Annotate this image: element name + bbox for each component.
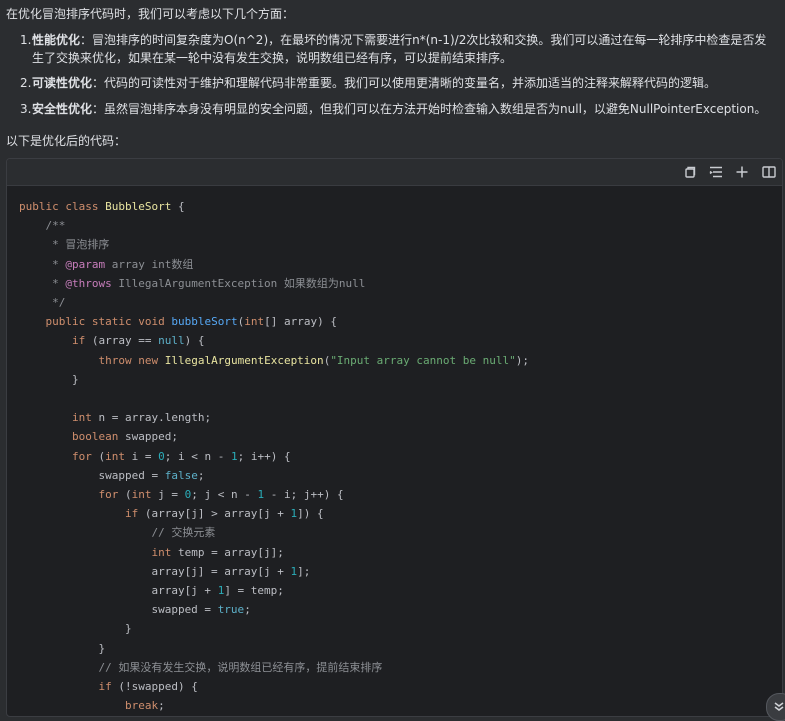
chevron-down-icon <box>774 702 784 711</box>
code-toolbar <box>7 159 782 186</box>
list-item: 1. 性能优化：冒泡排序的时间复杂度为O(n^2)，在最坏的情况下需要进行n*(… <box>20 31 775 67</box>
after-text: 以下是优化后的代码： <box>6 134 127 148</box>
intro-text: 在优化冒泡排序代码时，我们可以考虑以下几个方面： <box>6 7 295 21</box>
code-block: public class BubbleSort { /** * 冒泡排序 * @… <box>6 158 783 717</box>
list-number: 2. <box>20 76 32 90</box>
optimization-list: 1. 性能优化：冒泡排序的时间复杂度为O(n^2)，在最坏的情况下需要进行n*(… <box>20 31 775 118</box>
copy-icon[interactable] <box>681 163 699 181</box>
list-item-body: ：虽然冒泡排序本身没有明显的安全问题，但我们可以在方法开始时检查输入数组是否为n… <box>92 102 767 116</box>
list-item: 2. 可读性优化：代码的可读性对于维护和理解代码非常重要。我们可以使用更清晰的变… <box>20 74 775 92</box>
list-item: 3. 安全性优化：虽然冒泡排序本身没有明显的安全问题，但我们可以在方法开始时检查… <box>20 100 775 118</box>
list-item-title: 可读性优化 <box>32 76 93 90</box>
code-content: public class BubbleSort { /** * 冒泡排序 * @… <box>19 200 529 713</box>
list-number: 1. <box>20 33 32 47</box>
list-item-body: ：冒泡排序的时间复杂度为O(n^2)，在最坏的情况下需要进行n*(n-1)/2次… <box>32 33 767 65</box>
list-item-title: 性能优化 <box>32 33 81 47</box>
list-number: 3. <box>20 102 32 116</box>
list-item-body: ：代码的可读性对于维护和理解代码非常重要。我们可以使用更清晰的变量名，并添加适当… <box>92 76 717 90</box>
list-item-title: 安全性优化 <box>32 102 93 116</box>
format-icon[interactable] <box>707 163 725 181</box>
plus-icon[interactable] <box>733 163 751 181</box>
scroll-down-button[interactable] <box>766 693 785 721</box>
split-view-icon[interactable] <box>760 163 778 181</box>
